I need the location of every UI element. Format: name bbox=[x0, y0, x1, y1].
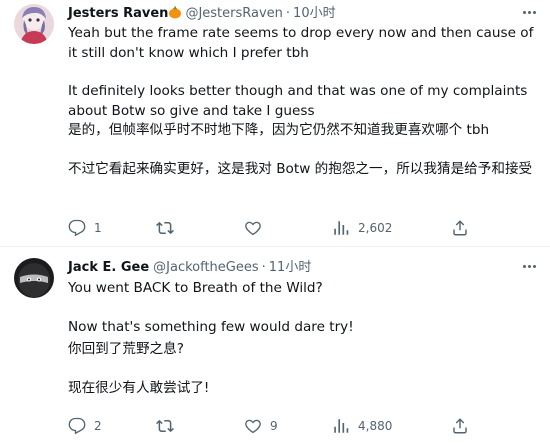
views-button[interactable]: 2,602 bbox=[332, 218, 392, 238]
header-separator: · bbox=[261, 260, 266, 275]
like-button[interactable]: 9 bbox=[244, 416, 278, 436]
retweet-button[interactable] bbox=[156, 218, 182, 238]
tweet-paragraph: 现在很少有人敢尝试了! bbox=[68, 379, 210, 396]
tweet-paragraph: 不过它看起来确实更好，这是我对 Botw 的抱怨之一，所以我猜是给予和接受 bbox=[68, 160, 533, 177]
share-button[interactable] bbox=[451, 218, 469, 238]
tweet-actions: 1 2,602 bbox=[68, 218, 538, 238]
tweet-paragraph: Yeah but the frame rate seems to drop ev… bbox=[68, 25, 534, 61]
author-name[interactable]: Jesters Raven bbox=[68, 6, 168, 21]
avatar[interactable] bbox=[14, 258, 54, 298]
reply-button[interactable]: 2 bbox=[68, 416, 102, 436]
avatar[interactable] bbox=[14, 4, 54, 44]
view-count: 2,602 bbox=[358, 221, 393, 235]
views-icon bbox=[332, 219, 350, 237]
header-separator: · bbox=[285, 6, 291, 21]
retweet-button[interactable] bbox=[156, 416, 182, 436]
share-button[interactable] bbox=[451, 416, 469, 436]
views-icon bbox=[332, 417, 350, 435]
reply-icon bbox=[68, 219, 86, 237]
tweet-paragraph: It definitely looks better though and th… bbox=[68, 83, 528, 119]
heart-icon bbox=[244, 417, 262, 435]
reply-button[interactable]: 1 bbox=[68, 218, 102, 238]
views-button[interactable]: 4,880 bbox=[332, 416, 392, 436]
tweet-time[interactable]: 11小时 bbox=[269, 260, 312, 275]
share-icon bbox=[451, 219, 469, 237]
pumpkin-emoji-icon bbox=[168, 5, 182, 25]
share-icon bbox=[451, 417, 469, 435]
tweet-body: Yeah but the frame rate seems to drop ev… bbox=[68, 24, 538, 179]
more-icon[interactable] bbox=[519, 4, 539, 20]
author-handle[interactable]: @JackoftheGees bbox=[153, 260, 259, 275]
author-name[interactable]: Jack E. Gee bbox=[68, 260, 149, 275]
reply-count: 2 bbox=[94, 419, 102, 433]
retweet-icon bbox=[156, 219, 174, 237]
tweet[interactable]: Jesters Raven @JestersRaven · 10小时 Yeah but… bbox=[0, 0, 550, 246]
tweet-paragraph: 是的，但帧率似乎时不时地下降，因为它仍然不知道我更喜欢哪个 tbh bbox=[68, 122, 490, 138]
heart-icon bbox=[244, 219, 262, 237]
tweet-paragraph: You went BACK to Breath of the Wild? bbox=[68, 280, 323, 296]
more-icon[interactable] bbox=[519, 258, 539, 274]
author-handle[interactable]: @JestersRaven bbox=[185, 6, 282, 21]
retweet-icon bbox=[156, 417, 174, 435]
tweet-body: You went BACK to Breath of the Wild? Now… bbox=[68, 279, 538, 398]
reply-icon bbox=[68, 417, 86, 435]
like-count: 9 bbox=[270, 419, 278, 433]
tweet-header: Jesters Raven @JestersRaven · 10小时 bbox=[68, 5, 336, 25]
reply-count: 1 bbox=[94, 221, 102, 235]
tweet-header: Jack E. Gee @JackoftheGees · 11小时 bbox=[68, 259, 311, 277]
tweet-actions: 2 9 4,880 bbox=[68, 416, 538, 436]
tweet-paragraph: 你回到了荒野之息? bbox=[68, 341, 184, 357]
tweet-time[interactable]: 10小时 bbox=[293, 6, 336, 21]
view-count: 4,880 bbox=[358, 419, 393, 433]
like-button[interactable] bbox=[244, 218, 270, 238]
tweet-paragraph: Now that's something few would dare try! bbox=[68, 318, 354, 335]
tweet[interactable]: Jack E. Gee @JackoftheGees · 11小时 You went … bbox=[0, 247, 550, 443]
